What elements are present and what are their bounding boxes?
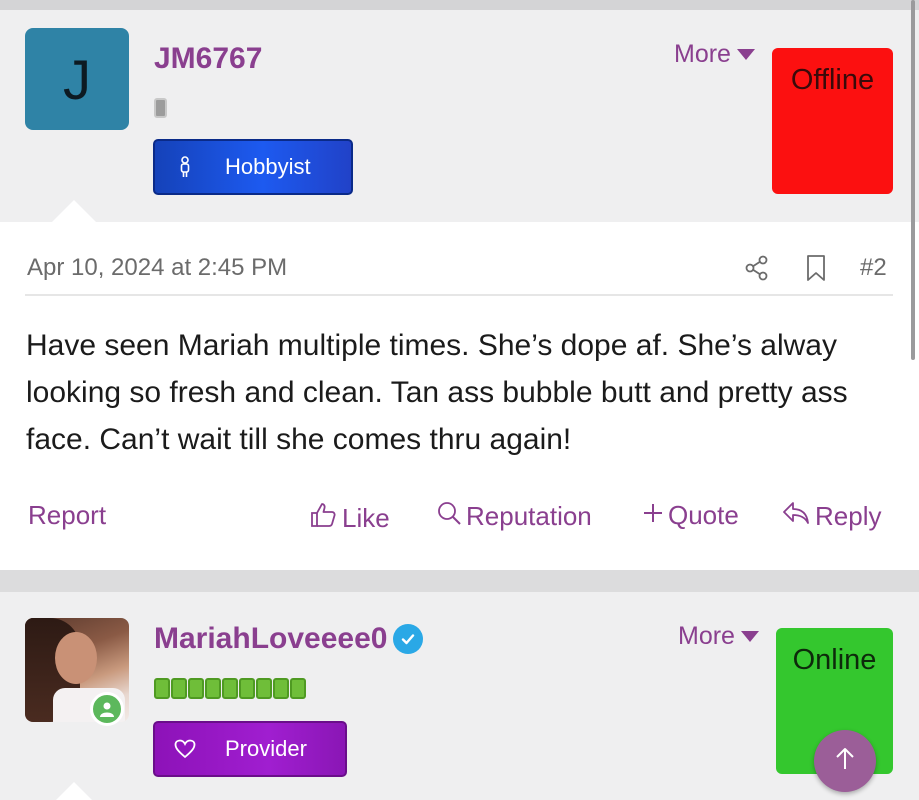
status-label: Offline	[790, 64, 875, 96]
reputation-label: Reputation	[466, 501, 592, 531]
username-link[interactable]: JM6767	[154, 42, 262, 76]
scrollbar[interactable]	[911, 0, 915, 360]
search-icon	[436, 500, 462, 533]
avatar-letter: J	[63, 47, 91, 111]
more-menu-button[interactable]: More	[678, 622, 759, 651]
speech-caret	[52, 200, 96, 222]
share-icon[interactable]	[743, 254, 771, 287]
user-icon	[90, 692, 124, 726]
avatar[interactable]: J	[25, 28, 129, 130]
user-role-badge: Provider	[153, 721, 347, 777]
reputation-button[interactable]: Reputation	[436, 500, 592, 533]
reply-button[interactable]: Reply	[781, 500, 881, 533]
post-number-link[interactable]: #2	[860, 254, 887, 282]
bookmark-icon[interactable]	[804, 253, 828, 288]
reputation-bar	[154, 98, 167, 118]
thumbs-up-icon	[308, 500, 338, 537]
post-body: Have seen Mariah multiple times. She’s d…	[26, 329, 848, 456]
reply-icon	[781, 500, 811, 533]
username-text: MariahLoveeee0	[154, 622, 388, 655]
divider	[25, 294, 893, 296]
reply-label: Reply	[815, 501, 882, 531]
verified-icon	[393, 624, 424, 654]
username-link[interactable]: MariahLoveeee0	[154, 622, 424, 656]
report-button[interactable]: Report	[28, 500, 106, 531]
post-date[interactable]: Apr 10, 2024 at 2:45 PM	[27, 254, 287, 282]
user-role-badge: Hobbyist	[153, 139, 353, 195]
report-label: Report	[28, 500, 107, 530]
quote-label: Quote	[668, 500, 739, 530]
scroll-to-top-button[interactable]	[814, 730, 876, 792]
like-label: Like	[342, 503, 390, 533]
top-strip	[0, 0, 919, 10]
more-label: More	[674, 40, 731, 68]
status-offline-box: Offline	[772, 48, 893, 194]
more-menu-button[interactable]: More	[674, 40, 755, 69]
male-icon	[155, 156, 215, 178]
speech-caret	[52, 782, 96, 800]
reputation-bar	[154, 678, 306, 699]
quote-button[interactable]: Quote	[642, 500, 739, 531]
caret-down-icon	[736, 49, 755, 60]
more-label: More	[678, 622, 735, 650]
badge-label: Provider	[225, 736, 307, 761]
heart-icon	[155, 739, 215, 759]
badge-label: Hobbyist	[225, 154, 311, 179]
caret-down-icon	[740, 631, 759, 642]
arrow-up-icon	[832, 746, 858, 777]
post-separator	[0, 570, 919, 592]
like-button[interactable]: Like	[308, 500, 390, 537]
plus-icon	[642, 500, 664, 531]
